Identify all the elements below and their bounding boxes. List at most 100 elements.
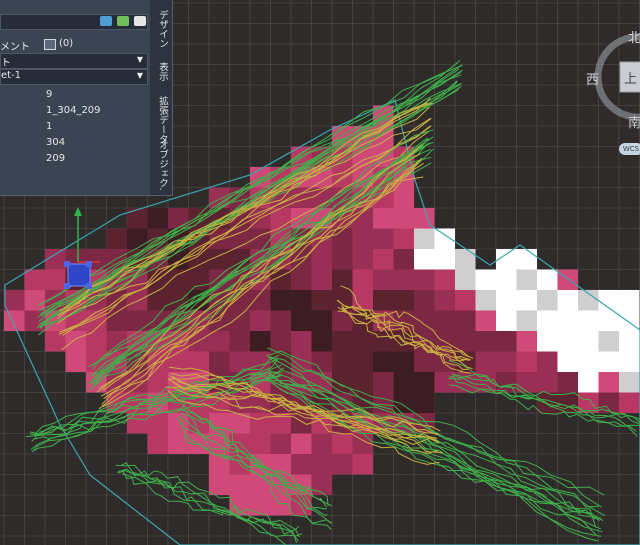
heatmap-cell [24,290,45,311]
heatmap-cell [250,310,271,331]
heatmap-cell [250,495,271,516]
heatmap-cell [557,290,578,311]
comment-row: メント (0) [0,38,150,53]
heatmap-cell [496,310,517,331]
heatmap-cell [434,249,455,270]
heatmap-cell [414,372,435,393]
heatmap-cell [332,454,353,475]
heatmap-cell [578,331,599,352]
heatmap-cell [352,351,373,372]
heatmap-cell [127,228,148,249]
heatmap-cell [619,392,640,413]
heatmap-cell [24,269,45,290]
heatmap-cell [393,208,414,229]
heatmap-cell [270,433,291,454]
heatmap-cell [188,269,209,290]
pickadd-toggle-icon[interactable] [134,16,146,26]
heatmap-cell [598,372,619,393]
heatmap-cell [578,310,599,331]
property-value: 1 [46,121,53,132]
heatmap-cell [250,474,271,495]
heatmap-cell [516,249,537,270]
heatmap-cell [414,392,435,413]
heatmap-cell [557,351,578,372]
heatmap-cell [45,331,66,352]
heatmap-cell [311,249,332,270]
heatmap-cell [147,208,168,229]
heatmap-cell [65,331,86,352]
heatmap-cell [475,310,496,331]
heatmap-cell [373,290,394,311]
set-dropdown[interactable]: et-1 ▼ [0,69,148,85]
heatmap-cell [270,290,291,311]
heatmap-cell [352,228,373,249]
heatmap-cell [434,290,455,311]
heatmap-cell [537,372,558,393]
heatmap-cell [270,331,291,352]
heatmap-cell [311,454,332,475]
tab-extended-data[interactable]: 拡張データ [153,96,169,144]
tab-object[interactable]: オブジェク. [153,140,169,191]
heatmap-cell [537,290,558,311]
heatmap-cell [537,310,558,331]
heatmap-cell [352,372,373,393]
wcs-menu-button[interactable]: WCS [619,143,640,155]
heatmap-cell [291,433,312,454]
heatmap-cell [393,269,414,290]
heatmap-cell [496,351,517,372]
heatmap-cell [45,269,66,290]
compass-south[interactable]: 南 [628,112,640,131]
heatmap-cell [557,331,578,352]
heatmap-cell [250,433,271,454]
tab-design[interactable]: デザイン [153,10,169,48]
heatmap-cell [537,351,558,372]
heatmap-cell [332,433,353,454]
layer-dropdown[interactable]: ト ▼ [0,53,148,69]
heatmap-cell [127,208,148,229]
table-icon[interactable] [44,39,56,50]
tab-display[interactable]: 表示 [153,62,169,81]
heatmap-cell [311,269,332,290]
heatmap-cell [496,331,517,352]
heatmap-cell [455,269,476,290]
heatmap-cell [332,331,353,352]
heatmap-cell [291,454,312,475]
quick-select-icon[interactable] [100,16,112,26]
comment-label: メント [0,42,30,53]
layer-value: ト [1,58,11,69]
heatmap-cell [291,290,312,311]
heatmap-cell [516,269,537,290]
compass-west[interactable]: 西 [586,69,599,88]
chevron-down-icon: ▼ [136,55,143,64]
heatmap-cell [352,269,373,290]
heatmap-cell [537,331,558,352]
heatmap-cell [250,228,271,249]
heatmap-cell [516,310,537,331]
heatmap-cell [455,310,476,331]
heatmap-cell [414,228,435,249]
heatmap-cell [393,187,414,208]
heatmap-cell [619,372,640,393]
viewcube-top-face[interactable]: 上 [624,68,637,87]
heatmap-cell [311,351,332,372]
select-objects-icon[interactable] [117,16,129,26]
heatmap-cell [434,269,455,290]
heatmap-cell [516,331,537,352]
heatmap-cell [373,351,394,372]
heatmap-cell [619,331,640,352]
heatmap-cell [516,372,537,393]
heatmap-cell [352,454,373,475]
heatmap-cell [475,269,496,290]
heatmap-cell [557,372,578,393]
property-value: 9 [46,89,53,100]
heatmap-cell [475,351,496,372]
heatmap-cell [311,290,332,311]
heatmap-cell [229,331,250,352]
property-value: 209 [46,153,66,164]
property-value: 1_304_209 [46,105,101,116]
grip-handle[interactable] [67,263,91,287]
compass-north[interactable]: 北 [628,27,640,46]
heatmap-cell [393,290,414,311]
heatmap-cell [578,351,599,372]
heatmap-cell [250,413,271,434]
